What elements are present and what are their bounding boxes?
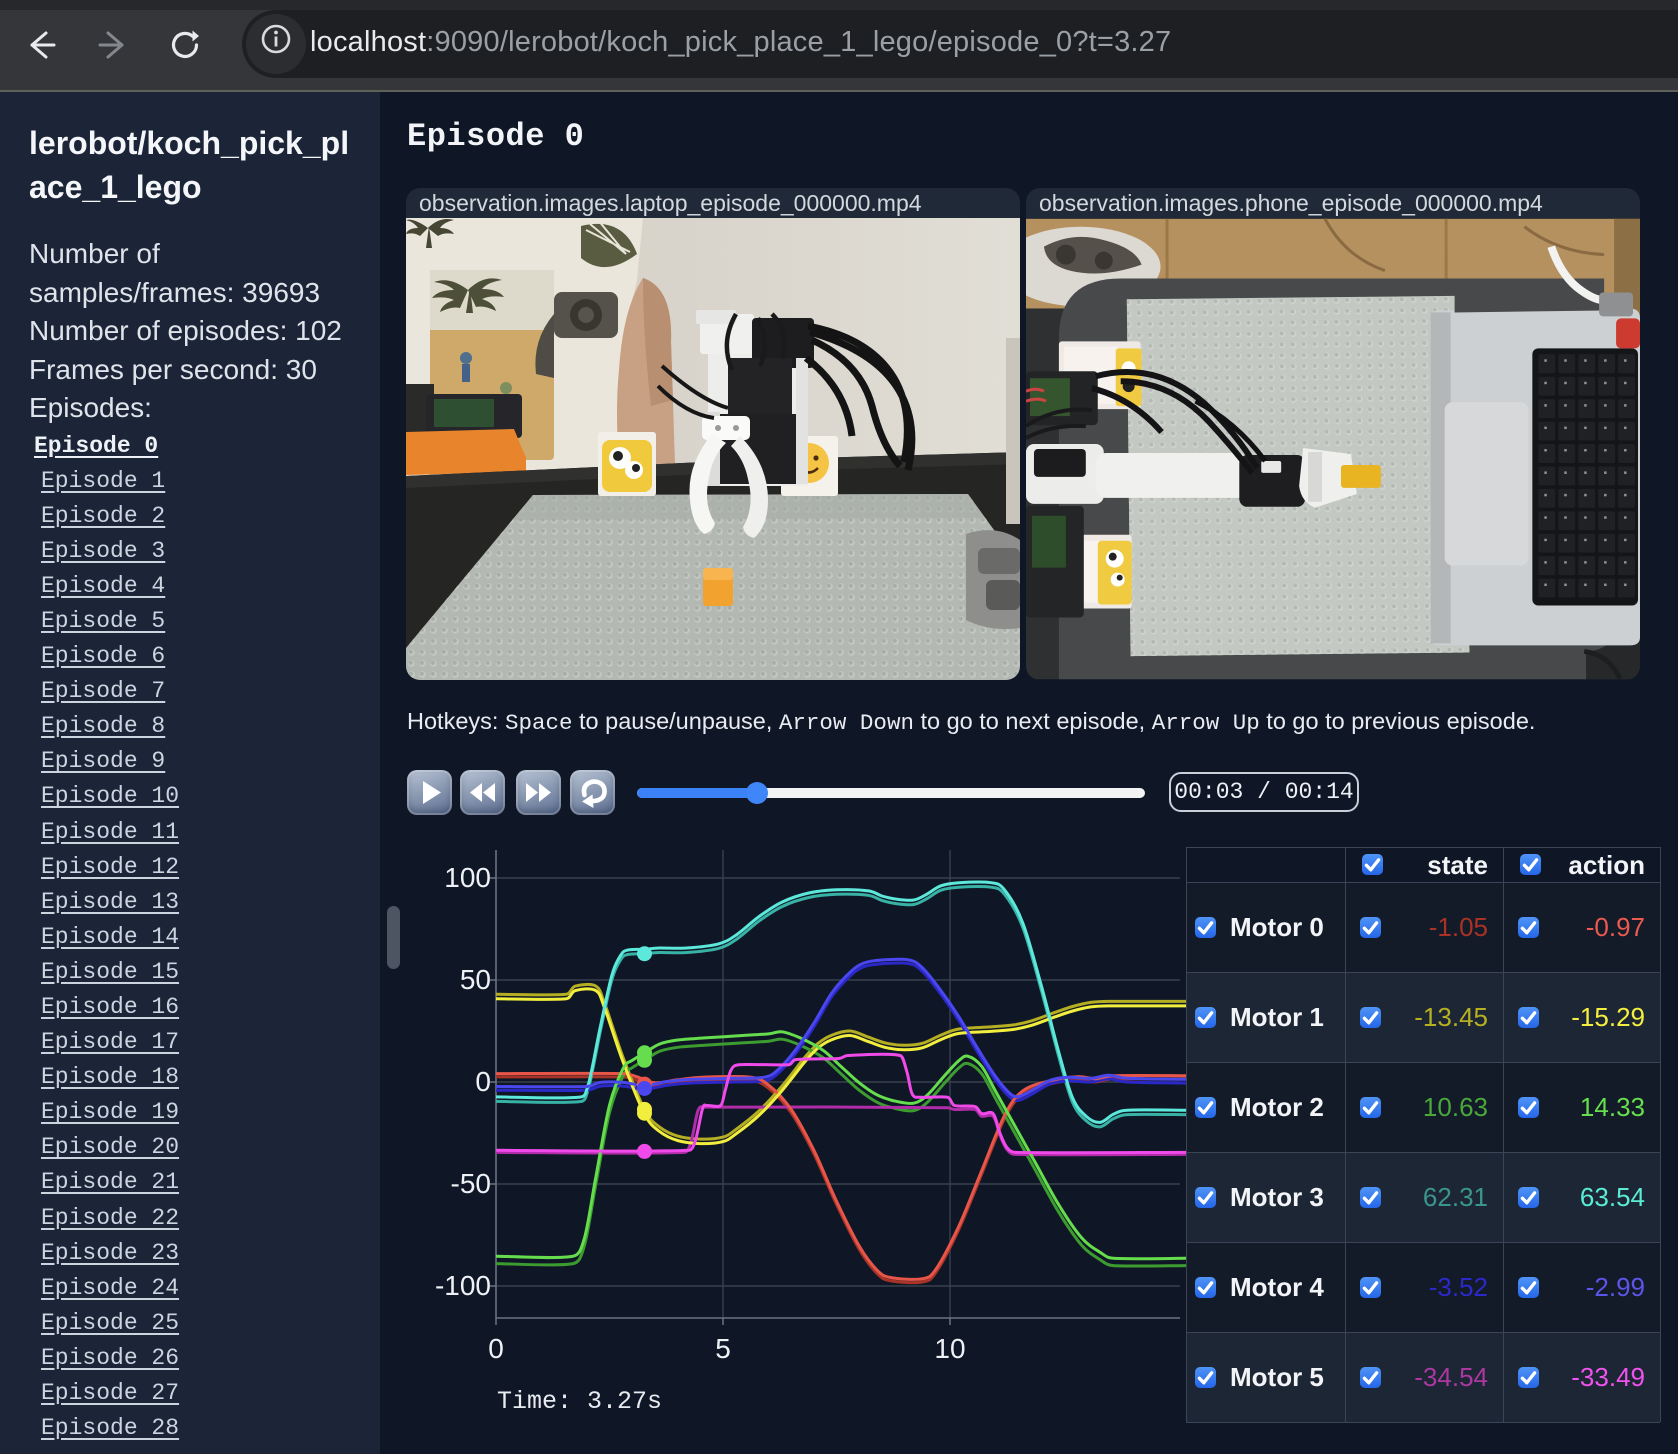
svg-text:-50: -50: [451, 1168, 491, 1199]
svg-text:0: 0: [475, 1066, 491, 1097]
svg-text:50: 50: [460, 964, 491, 995]
svg-text:0: 0: [488, 1333, 504, 1364]
svg-text:-100: -100: [435, 1270, 491, 1301]
svg-text:5: 5: [715, 1333, 731, 1364]
svg-text:10: 10: [934, 1333, 965, 1364]
svg-text:100: 100: [444, 862, 491, 893]
